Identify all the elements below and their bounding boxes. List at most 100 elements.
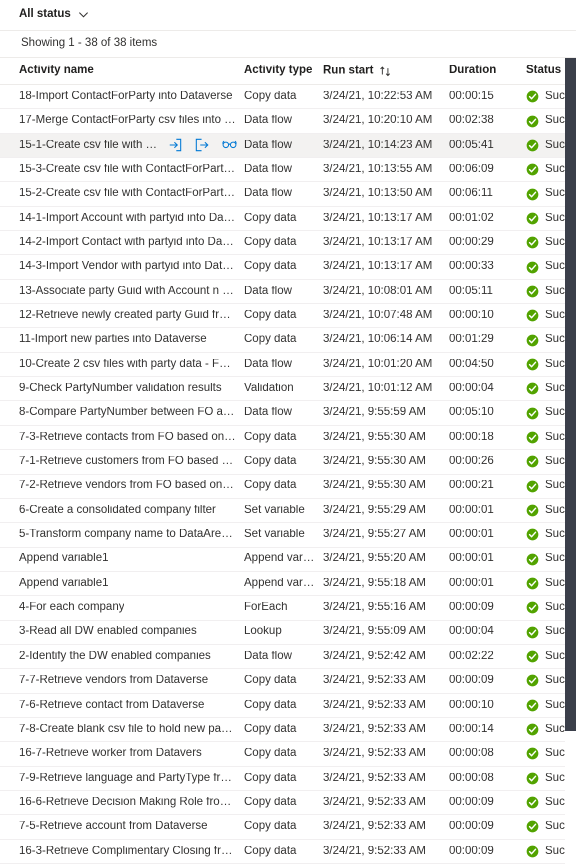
cell-run-start: 3/24/21, 9:55:16 AM: [323, 602, 426, 614]
table-row[interactable]: 15-3-Create csv file with ContactForPart…: [0, 158, 576, 183]
cell-activity-name[interactable]: 7-2-Retrieve vendors from FO based on co…: [19, 480, 244, 492]
table-row[interactable]: 7-3-Retrieve contacts from FO based on c…: [0, 425, 576, 451]
table-row[interactable]: 18-Import ContactForParty into Dataverse…: [0, 85, 576, 110]
table-row[interactable]: 14-1-Import Account with partyid into Da…: [0, 206, 576, 232]
sort-ascending-descending-icon[interactable]: [379, 65, 392, 77]
table-row[interactable]: 11-Import new parties into Dataverse Copy…: [0, 328, 576, 353]
table-row[interactable]: 5-Transform company name to DataAreaId Se…: [0, 523, 576, 548]
table-row[interactable]: 2-Identify the DW enabled companies Data …: [0, 644, 576, 670]
table-row[interactable]: 16-7-Retrieve worker from Datavers Copy d…: [0, 742, 576, 767]
cell-run-start: 3/24/21, 10:07:48 AM: [323, 310, 433, 322]
cell-activity-name[interactable]: 16-3-Retrieve Complimentary Closing from…: [19, 846, 244, 858]
column-header-duration[interactable]: Duration: [449, 65, 526, 77]
table-row[interactable]: 13-Associate party Guid with Account n C…: [0, 279, 576, 305]
activity-name-label: 5-Transform company name to DataAreaId: [19, 529, 236, 541]
cell-activity-name[interactable]: Append variable1: [19, 578, 244, 590]
table-row[interactable]: Append variable1 Append variable 3/24/21, …: [0, 547, 576, 572]
cell-activity-name[interactable]: 11-Import new parties into Dataverse: [19, 334, 244, 346]
table-row[interactable]: 7-2-Retrieve vendors from FO based on co…: [0, 474, 576, 499]
cell-activity-name[interactable]: 17-Merge ContactForParty csv files into …: [19, 115, 244, 127]
table-row[interactable]: 8-Compare PartyNumber between FO and Dat…: [0, 401, 576, 426]
table-row[interactable]: 15-2-Create csv file with ContactForPart…: [0, 182, 576, 207]
success-check-icon: [526, 820, 539, 833]
table-row[interactable]: 7-8-Create blank csv file to hold new pa…: [0, 717, 576, 743]
cell-activity-name[interactable]: 7-6-Retrieve contact from Dataverse: [19, 700, 244, 712]
activity-name-label: 10-Create 2 csv files with party data - …: [19, 358, 236, 370]
table-row[interactable]: 3-Read all DW enabled companies Lookup 3/2…: [0, 620, 576, 645]
row-action-icons: [168, 138, 237, 152]
cell-activity-name[interactable]: 5-Transform company name to DataAreaId: [19, 529, 244, 541]
cell-activity-name[interactable]: 16-6-Retrieve Decision Making Role from …: [19, 797, 244, 809]
cell-activity-name[interactable]: 12-Retrieve newly created party Guid fro…: [19, 310, 244, 322]
cell-activity-name[interactable]: 15-1-Create csv file with Cont…: [19, 138, 244, 152]
cell-duration: 00:00:09: [449, 821, 494, 833]
table-row[interactable]: 10-Create 2 csv files with party data - …: [0, 352, 576, 378]
table-row[interactable]: 7-9-Retrieve language and PartyType from…: [0, 766, 576, 791]
cell-activity-name[interactable]: 18-Import ContactForParty into Dataverse: [19, 91, 244, 103]
table-row[interactable]: 14-2-Import Contact with partyid into Da…: [0, 231, 576, 256]
table-row[interactable]: Append variable1 Append variable 3/24/21, …: [0, 571, 576, 597]
activity-name-label: Append variable1: [19, 553, 109, 565]
cell-activity-name[interactable]: 14-1-Import Account with partyid into Da…: [19, 213, 244, 225]
table-row[interactable]: 7-1-Retrieve customers from FO based on …: [0, 450, 576, 475]
cell-activity-name[interactable]: 7-9-Retrieve language and PartyType from…: [19, 773, 244, 785]
table-row[interactable]: 9-Check PartyNumber validation results Va…: [0, 377, 576, 402]
cell-activity-name[interactable]: 14-2-Import Contact with partyid into Da…: [19, 237, 244, 249]
activity-name-label: 3-Read all DW enabled companies: [19, 626, 197, 638]
table-row[interactable]: 6-Create a consolidated company filter Se…: [0, 498, 576, 524]
table-row[interactable]: 7-6-Retrieve contact from Dataverse Copy …: [0, 693, 576, 718]
cell-duration: 00:00:01: [449, 529, 494, 541]
cell-activity-type: Copy data: [244, 236, 297, 248]
table-row[interactable]: 16-3-Retrieve Complimentary Closing from…: [0, 839, 576, 864]
cell-activity-name[interactable]: 10-Create 2 csv files with party data - …: [19, 359, 244, 371]
activity-name-label: 7-7-Retrieve vendors from Dataverse: [19, 675, 209, 687]
cell-activity-name[interactable]: 6-Create a consolidated company filter: [19, 505, 244, 517]
output-arrow-icon[interactable]: [195, 138, 209, 152]
cell-activity-name[interactable]: 8-Compare PartyNumber between FO and Dat…: [19, 407, 244, 419]
table-row[interactable]: 17-Merge ContactForParty csv files into …: [0, 109, 576, 134]
cell-activity-type: Set variable: [244, 504, 305, 516]
table-row[interactable]: 7-5-Retrieve account from Dataverse Copy …: [0, 815, 576, 840]
cell-activity-name[interactable]: 4-For each company: [19, 602, 244, 614]
success-check-icon: [526, 772, 539, 785]
table-row[interactable]: 15-1-Create csv file with Cont… Data flow…: [0, 133, 576, 159]
activity-name-label: 16-6-Retrieve Decision Making Role from …: [19, 796, 236, 808]
cell-activity-name[interactable]: 7-5-Retrieve account from Dataverse: [19, 821, 244, 833]
cell-activity-name[interactable]: 15-2-Create csv file with ContactForPart…: [19, 188, 244, 200]
success-check-icon: [526, 139, 539, 152]
input-arrow-icon[interactable]: [168, 138, 182, 152]
column-header-run-start[interactable]: Run start: [323, 64, 449, 77]
vertical-scrollbar-track[interactable]: [565, 58, 576, 864]
cell-activity-name[interactable]: 7-3-Retrieve contacts from FO based on c…: [19, 432, 244, 444]
cell-activity-name[interactable]: 13-Associate party Guid with Account n C…: [19, 286, 244, 298]
table-row[interactable]: 12-Retrieve newly created party Guid fro…: [0, 304, 576, 329]
cell-activity-name[interactable]: 15-3-Create csv file with ContactForPart…: [19, 164, 244, 176]
table-row[interactable]: 4-For each company ForEach 3/24/21, 9:55:1…: [0, 596, 576, 621]
cell-activity-name[interactable]: 7-8-Create blank csv file to hold new pa…: [19, 724, 244, 736]
table-row[interactable]: 7-7-Retrieve vendors from Dataverse Copy …: [0, 669, 576, 694]
cell-run-start: 3/24/21, 10:01:20 AM: [323, 358, 433, 370]
success-check-icon: [526, 504, 539, 517]
glasses-icon[interactable]: [222, 138, 237, 152]
table-row[interactable]: 16-6-Retrieve Decision Making Role from …: [0, 790, 576, 816]
activity-name-label: 14-1-Import Account with partyid into Da…: [19, 212, 236, 224]
status-filter-dropdown[interactable]: All status: [19, 9, 89, 21]
column-header-activity-name[interactable]: Activity name: [19, 65, 244, 77]
cell-run-start: 3/24/21, 9:52:42 AM: [323, 650, 426, 662]
cell-activity-name[interactable]: 2-Identify the DW enabled companies: [19, 651, 244, 663]
table-row[interactable]: 14-3-Import Vendor with partyid into Dat…: [0, 255, 576, 280]
cell-run-start: 3/24/21, 9:55:09 AM: [323, 626, 426, 638]
cell-activity-name[interactable]: 3-Read all DW enabled companies: [19, 626, 244, 638]
cell-activity-name[interactable]: Append variable1: [19, 553, 244, 565]
cell-activity-name[interactable]: 14-3-Import Vendor with partyid into Dat…: [19, 261, 244, 273]
cell-activity-name[interactable]: 7-1-Retrieve customers from FO based on …: [19, 456, 244, 468]
column-header-activity-type[interactable]: Activity type: [244, 65, 323, 77]
showing-count-text: Showing 1 - 38 of 38 items: [21, 37, 158, 50]
cell-run-start: 3/24/21, 9:52:33 AM: [323, 821, 426, 833]
cell-activity-name[interactable]: 9-Check PartyNumber validation results: [19, 383, 244, 395]
cell-activity-name[interactable]: 7-7-Retrieve vendors from Dataverse: [19, 675, 244, 687]
chevron-down-icon[interactable]: [78, 9, 89, 20]
vertical-scrollbar-thumb[interactable]: [565, 58, 576, 731]
cell-activity-name[interactable]: 16-7-Retrieve worker from Datavers: [19, 748, 244, 760]
activity-name-label: 9-Check PartyNumber validation results: [19, 383, 222, 395]
